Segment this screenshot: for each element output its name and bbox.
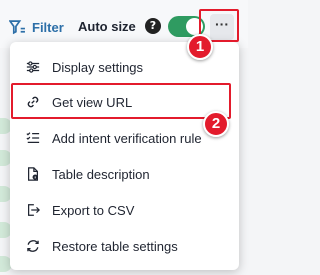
menu-item-table-description[interactable]: Table description xyxy=(10,156,239,192)
menu-item-label: Add intent verification rule xyxy=(52,130,202,146)
sliders-icon xyxy=(26,61,40,73)
checklist-icon xyxy=(26,132,40,143)
document-info-icon xyxy=(28,167,38,181)
menu-item-label: Export to CSV xyxy=(52,202,135,218)
menu-item-restore-table-settings[interactable]: Restore table settings xyxy=(10,228,239,264)
restore-icon xyxy=(27,240,39,252)
menu-item-label: Restore table settings xyxy=(52,238,178,254)
step-badge-1: 1 xyxy=(187,34,213,60)
menu-item-export-to-csv[interactable]: Export to CSV xyxy=(10,192,239,228)
step-badge-2: 2 xyxy=(203,111,229,137)
help-icon[interactable]: ? xyxy=(145,18,161,34)
autosize-label: Auto size xyxy=(78,19,136,34)
filter-icon xyxy=(9,19,25,34)
menu-item-label: Table description xyxy=(52,166,150,182)
options-menu: Display settings Get view URL Add intent… xyxy=(10,42,239,270)
filter-button[interactable]: Filter xyxy=(9,17,64,37)
export-icon xyxy=(28,204,40,216)
menu-item-label: Display settings xyxy=(52,59,144,75)
highlight-box-get-view-url xyxy=(11,83,231,119)
filter-label: Filter xyxy=(32,19,64,35)
